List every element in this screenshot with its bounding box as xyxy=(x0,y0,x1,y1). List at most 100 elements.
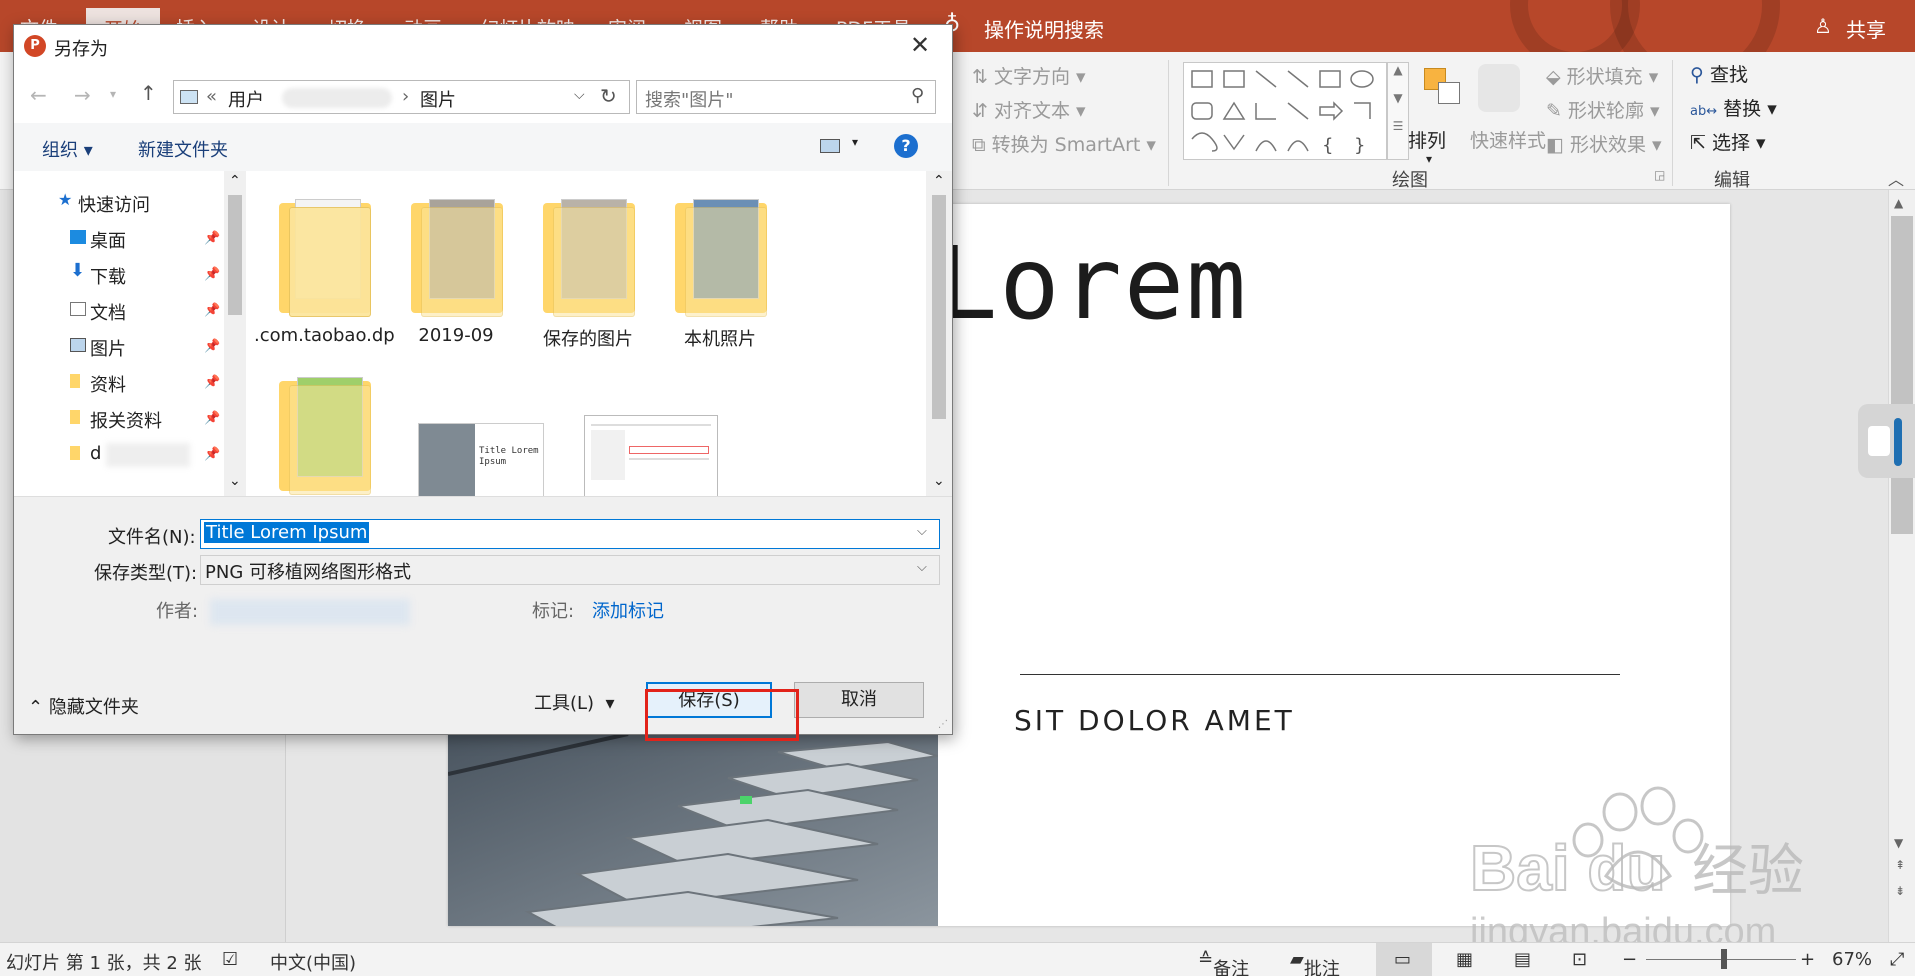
add-tag-link[interactable]: 添加标记 xyxy=(592,597,664,623)
scroll-thumb[interactable] xyxy=(228,195,242,315)
shape-effects-button[interactable]: ◧ 形状效果 ▾ xyxy=(1546,130,1662,157)
zoom-in-button[interactable]: + xyxy=(1800,949,1815,970)
pin-icon[interactable]: 📌 xyxy=(204,447,220,462)
scroll-thumb[interactable] xyxy=(1891,216,1913,534)
breadcrumb-users[interactable]: 用户 xyxy=(228,86,264,112)
nav-item-d[interactable]: d xyxy=(70,443,190,467)
scroll-up-icon[interactable]: ▲ xyxy=(1894,196,1903,210)
share-button[interactable]: 共享 xyxy=(1846,14,1886,43)
nav-item-materials[interactable]: 资料 xyxy=(70,371,126,397)
address-bar[interactable]: « 用户 › 图片 ⌵ ↻ xyxy=(173,80,630,114)
scroll-thumb[interactable] xyxy=(932,195,946,419)
slideshow-icon[interactable]: ⊡ xyxy=(1572,949,1587,970)
folder-item[interactable] xyxy=(254,371,394,495)
folder-item[interactable]: 本机照片 xyxy=(650,193,790,351)
thumbnail-photo xyxy=(419,424,475,496)
chevron-down-icon[interactable]: ⌵ xyxy=(917,524,927,539)
zoom-out-button[interactable]: − xyxy=(1622,949,1637,970)
folder-item[interactable]: .com.taobao.dp xyxy=(254,193,395,346)
breadcrumb-overflow[interactable]: « xyxy=(206,86,217,107)
annotation-highlight-box xyxy=(645,689,799,741)
quick-styles-button[interactable]: 快速样式 xyxy=(1470,126,1546,153)
save-type-select[interactable]: PNG 可移植网络图形格式 ⌵ xyxy=(200,555,940,585)
editor-vertical-scrollbar[interactable]: ▲ ▼ ⇞ ⇟ xyxy=(1888,190,1915,942)
zoom-slider-thumb[interactable] xyxy=(1721,949,1727,969)
collapse-ribbon-icon[interactable]: ︿ xyxy=(1888,166,1904,190)
pin-icon[interactable]: 📌 xyxy=(204,303,220,318)
nav-item-downloads[interactable]: ⬇ 下载 xyxy=(70,260,126,289)
resize-grip-icon[interactable]: ⋰ xyxy=(938,719,948,730)
dialog-launcher-icon[interactable]: ◲ xyxy=(1654,168,1665,182)
recent-locations-icon[interactable]: ▾ xyxy=(110,87,116,101)
scroll-down-icon[interactable]: ▼ xyxy=(1894,836,1903,850)
chevron-down-icon[interactable]: ▾ xyxy=(852,135,858,149)
help-icon[interactable]: ? xyxy=(894,134,918,158)
reading-view-icon[interactable]: ▤ xyxy=(1514,949,1531,970)
shape-fill-button[interactable]: ⬙ 形状填充 ▾ xyxy=(1546,62,1658,89)
breadcrumb-separator: › xyxy=(402,86,410,107)
tools-button[interactable]: 工具(L) ▾ xyxy=(534,689,615,715)
up-arrow-icon[interactable]: ↑ xyxy=(140,81,157,105)
shapes-gallery[interactable]: {} xyxy=(1183,62,1387,160)
back-arrow-icon[interactable]: ← xyxy=(30,83,47,107)
pin-icon[interactable]: 📌 xyxy=(204,267,220,282)
folder-item[interactable]: 保存的图片 xyxy=(518,193,658,351)
nav-item-pictures[interactable]: 图片 xyxy=(70,335,126,361)
previous-slide-icon[interactable]: ⇞ xyxy=(1895,858,1905,872)
select-button[interactable]: ⇱ 选择 ▾ xyxy=(1690,128,1766,155)
zoom-percent[interactable]: 67% xyxy=(1832,949,1872,970)
arrange-button[interactable]: 排列 xyxy=(1408,126,1446,153)
nav-pane-scrollbar[interactable]: ⌃ ⌄ xyxy=(224,171,246,496)
blurred-author[interactable] xyxy=(210,599,410,625)
pin-icon[interactable]: 📌 xyxy=(204,339,220,354)
file-list-scrollbar[interactable]: ⌃ ⌄ xyxy=(926,171,952,496)
replace-button[interactable]: ab↔ 替换 ▾ xyxy=(1690,94,1777,121)
scroll-down-icon[interactable]: ⌄ xyxy=(933,473,945,489)
image-thumbnail[interactable]: Title Lorem Ipsum xyxy=(418,423,544,496)
nav-item-customs[interactable]: 报关资料 xyxy=(70,407,162,433)
tell-me-search[interactable]: 操作说明搜索 xyxy=(984,14,1104,43)
organize-button[interactable]: 组织 ▾ xyxy=(42,136,93,162)
pin-icon[interactable]: 📌 xyxy=(204,231,220,246)
slide-subtitle[interactable]: SIT DOLOR AMET xyxy=(1014,704,1295,737)
align-text-button[interactable]: ⇵ 对齐文本 ▾ xyxy=(972,96,1086,123)
spellcheck-icon[interactable]: ☑ xyxy=(222,949,238,970)
nav-item-label: 下载 xyxy=(90,267,126,288)
fit-slide-icon[interactable]: ⤢ xyxy=(1890,949,1904,970)
nav-item-desktop[interactable]: 桌面 xyxy=(70,227,126,253)
notes-button[interactable]: ≙ 备注 xyxy=(1198,949,1249,976)
folder-item[interactable]: 2019-09 xyxy=(386,193,526,346)
nav-item-quick-access[interactable]: ★ 快速访问 xyxy=(58,190,150,217)
pin-icon[interactable]: 📌 xyxy=(204,411,220,426)
breadcrumb-pictures[interactable]: 图片 xyxy=(420,86,456,112)
dialog-titlebar[interactable]: P 另存为 ✕ xyxy=(14,25,952,67)
new-folder-button[interactable]: 新建文件夹 xyxy=(138,136,228,162)
cancel-button[interactable]: 取消 xyxy=(794,682,924,718)
find-button[interactable]: ⚲ 查找 xyxy=(1690,60,1748,87)
scroll-up-icon[interactable]: ⌃ xyxy=(229,173,241,189)
slide-sorter-icon[interactable]: ▦ xyxy=(1456,949,1473,970)
chevron-down-icon[interactable]: ⌵ xyxy=(917,560,927,575)
shape-outline-button[interactable]: ✎ 形状轮廓 ▾ xyxy=(1546,96,1660,123)
screenshot-thumbnail[interactable] xyxy=(584,415,718,496)
shapes-gallery-scroll[interactable]: ▲ ▼ ☰ xyxy=(1387,62,1409,160)
search-input[interactable]: 搜索"图片" ⚲ xyxy=(636,80,936,114)
next-slide-icon[interactable]: ⇟ xyxy=(1895,884,1905,898)
refresh-icon[interactable]: ↻ xyxy=(600,84,617,108)
language-indicator[interactable]: 中文(中国) xyxy=(270,949,356,975)
scroll-down-icon[interactable]: ⌄ xyxy=(229,473,241,489)
chevron-down-icon[interactable]: ⌵ xyxy=(574,87,585,103)
close-icon[interactable]: ✕ xyxy=(910,31,930,59)
convert-smartart-button[interactable]: ⧉ 转换为 SmartArt ▾ xyxy=(972,130,1156,157)
comments-button[interactable]: ▰ 批注 xyxy=(1290,949,1340,976)
nav-item-documents[interactable]: 文档 xyxy=(70,299,126,325)
text-direction-button[interactable]: ⇅ 文字方向 ▾ xyxy=(972,62,1086,89)
forward-arrow-icon[interactable]: → xyxy=(74,83,91,107)
scroll-up-icon[interactable]: ⌃ xyxy=(933,173,945,189)
floating-widget[interactable] xyxy=(1858,404,1915,478)
file-name-field[interactable]: Title Lorem Ipsum ⌵ xyxy=(200,519,940,549)
view-options-icon[interactable] xyxy=(820,139,840,153)
folder-label: 本机照片 xyxy=(684,329,756,350)
hide-folders-toggle[interactable]: ⌃ 隐藏文件夹 xyxy=(28,693,139,719)
pin-icon[interactable]: 📌 xyxy=(204,375,220,390)
